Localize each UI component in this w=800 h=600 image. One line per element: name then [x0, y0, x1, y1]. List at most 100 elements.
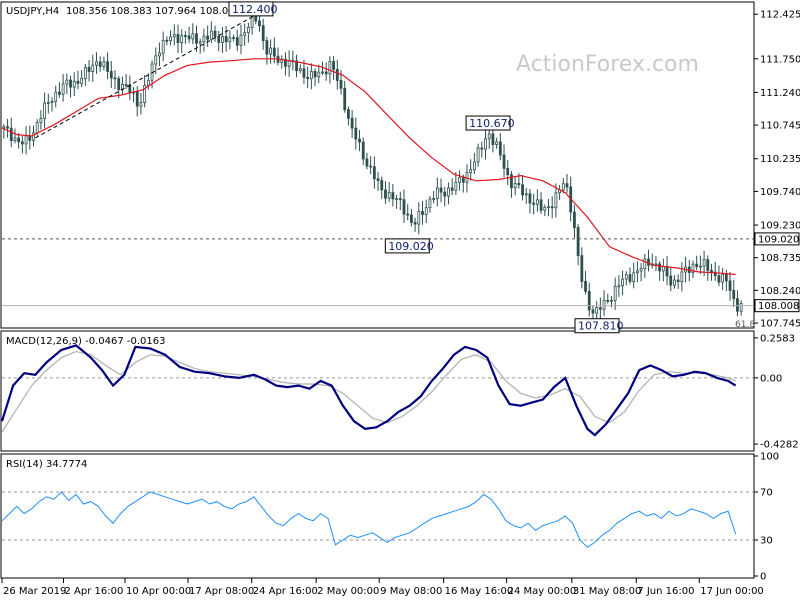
- candle-body: [243, 32, 247, 36]
- candle-body: [339, 80, 343, 89]
- candle-body: [610, 299, 613, 302]
- candle-body: [165, 39, 169, 42]
- candle-body: [87, 66, 91, 72]
- candle-body: [495, 141, 499, 145]
- candle-body: [402, 199, 406, 215]
- candle-body: [180, 35, 184, 44]
- candle-body: [639, 268, 643, 272]
- candle-body: [232, 37, 235, 39]
- candle-body: [76, 80, 80, 84]
- candle-body: [309, 70, 313, 80]
- candle-body: [17, 137, 21, 143]
- candle-body: [561, 183, 565, 191]
- candle-body: [58, 91, 61, 95]
- candle-body: [269, 47, 273, 55]
- candle-body: [513, 182, 517, 189]
- candle-body: [72, 80, 76, 88]
- candle-body: [61, 83, 65, 95]
- candle-body: [98, 61, 102, 67]
- candle-body: [113, 77, 117, 80]
- candle-body: [517, 182, 521, 186]
- price-axis-tick-label-6: 109.230: [760, 221, 800, 232]
- candle-body: [169, 36, 172, 42]
- candle-body: [187, 35, 191, 40]
- candle-body: [206, 35, 210, 40]
- rsi-axis-tick-label-0: 100: [760, 452, 779, 463]
- candle-body: [191, 33, 195, 40]
- peak-label-high-text: 112.400: [232, 3, 278, 16]
- candle-body: [376, 178, 380, 181]
- price-axis-tick-label-7: 108.735: [760, 253, 800, 264]
- candle-body: [183, 35, 187, 37]
- time-tick-label-3: 17 Apr 08:00: [189, 586, 254, 597]
- candle-body: [587, 290, 591, 311]
- candle-body: [384, 189, 387, 199]
- candle-body: [202, 35, 206, 43]
- candle-body: [91, 64, 95, 72]
- candle-body: [109, 71, 113, 79]
- candle-body: [410, 214, 413, 223]
- candle-body: [576, 227, 580, 257]
- candle-body: [272, 47, 276, 57]
- candle-body: [487, 133, 491, 140]
- candle-body: [484, 138, 487, 150]
- candle-body: [298, 68, 302, 72]
- candle-body: [665, 266, 669, 277]
- candle-body: [606, 299, 610, 302]
- candle-body: [539, 199, 543, 211]
- candle-body: [369, 165, 373, 168]
- candle-body: [732, 289, 736, 300]
- candle-body: [443, 191, 447, 197]
- level-price-tag: 109.020: [754, 232, 800, 246]
- candle-body: [406, 213, 410, 216]
- candle-body: [135, 91, 139, 107]
- candle-body: [198, 41, 202, 44]
- candle-body: [102, 61, 106, 67]
- price-axis-tick-label-0: 112.425: [760, 10, 800, 21]
- candle-body: [228, 37, 232, 43]
- candle-body: [213, 30, 217, 37]
- candle-body: [358, 138, 361, 143]
- candle-body: [146, 79, 150, 86]
- ohlc-readout: 108.356 108.383 107.964 108.008: [66, 6, 241, 17]
- time-tick-label-9: 31 May 08:00: [573, 586, 642, 597]
- candle-body: [673, 279, 676, 286]
- rsi-panel-title: RSI(14) 34.7774: [6, 459, 87, 470]
- candle-body: [391, 192, 395, 200]
- candle-body: [317, 71, 321, 78]
- candle-body: [43, 102, 47, 119]
- candle-body: [80, 77, 84, 84]
- candle-body: [724, 273, 728, 282]
- candle-body: [580, 255, 584, 282]
- time-tick-label-11: 17 Jun 00:00: [700, 586, 764, 597]
- price-axis-tick-label-2: 111.240: [760, 88, 800, 99]
- candle-body: [387, 192, 391, 199]
- candle-body: [95, 61, 98, 66]
- candle-body: [469, 169, 473, 173]
- candle-body: [573, 211, 576, 228]
- candle-body: [354, 127, 358, 140]
- time-tick-label-5: 2 May 00:00: [317, 586, 379, 597]
- peak-label-mid: 110.670: [465, 115, 515, 131]
- candle-body: [9, 127, 13, 142]
- candle-body: [254, 15, 258, 22]
- candle-body: [710, 270, 713, 273]
- candle-body: [6, 126, 9, 129]
- candle-body: [265, 40, 269, 55]
- candle-body: [521, 184, 524, 196]
- time-tick-label-7: 16 May 16:00: [445, 586, 514, 597]
- candle-body: [636, 270, 639, 274]
- candle-body: [676, 279, 680, 283]
- peak-label-low-text: 107.810: [578, 320, 624, 333]
- candle-body: [598, 307, 602, 310]
- candle-body: [398, 198, 402, 201]
- candle-body: [365, 158, 369, 167]
- candle-body: [124, 84, 128, 86]
- candle-body: [617, 285, 621, 288]
- candle-body: [313, 70, 317, 78]
- candle-body: [158, 52, 161, 57]
- candle-body: [328, 61, 332, 75]
- candle-body: [306, 76, 310, 80]
- macd-axis-tick-label-2: -0.4282: [760, 440, 799, 451]
- candle-body: [717, 275, 721, 283]
